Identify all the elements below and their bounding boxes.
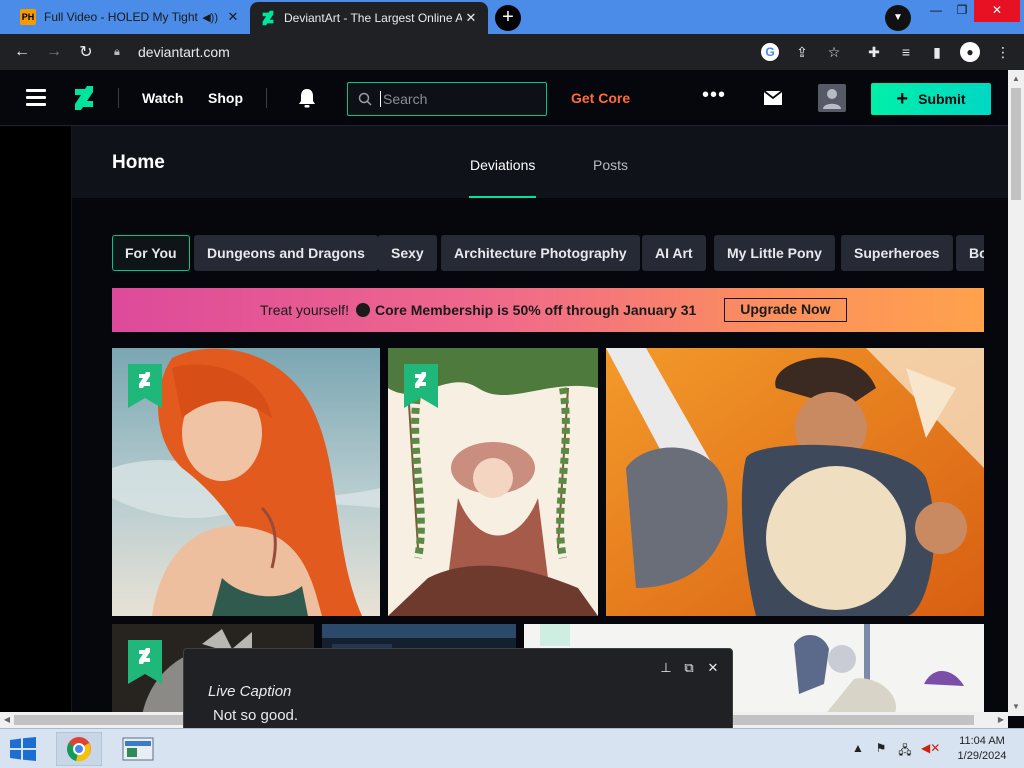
site-header: Watch Shop Get Core ••• + Submit	[0, 70, 1008, 126]
close-window-icon[interactable]: ✕	[974, 0, 1020, 22]
tab-title: DeviantArt - The Largest Online Art	[284, 11, 462, 25]
promo-banner: Treat yourself! Core Membership is 50% o…	[112, 288, 984, 332]
volume-muted-icon[interactable]: ◀✕	[921, 741, 940, 757]
tab-title: Full Video - HOLED My Tight	[44, 10, 198, 24]
header-divider	[266, 88, 267, 108]
plus-icon: +	[896, 88, 909, 110]
browser-tab-deviantart[interactable]: DeviantArt - The Largest Online Art ✕	[250, 2, 488, 34]
deviantart-favicon-icon	[260, 10, 276, 26]
core-member-badge-icon	[128, 364, 162, 408]
windows-taskbar: ▲ ⚑ 🖧︎ ◀✕ 11:04 AM 1/29/2024	[0, 728, 1024, 768]
mail-icon[interactable]	[764, 91, 782, 105]
chip-sexy[interactable]: Sexy	[378, 235, 437, 271]
shop-link[interactable]: Shop	[208, 90, 243, 106]
network-icon[interactable]: 🖧︎	[897, 741, 913, 757]
chip-my-little-pony[interactable]: My Little Pony	[714, 235, 835, 271]
forward-arrow-icon[interactable]: →	[38, 43, 70, 61]
media-queue-icon[interactable]: ≡	[895, 41, 917, 63]
close-tab-icon[interactable]: ✕	[462, 10, 480, 26]
notifications-bell-icon[interactable]	[297, 88, 317, 108]
get-core-link[interactable]: Get Core	[571, 90, 630, 106]
file-explorer-taskbar-icon[interactable]	[115, 732, 161, 766]
user-avatar[interactable]	[818, 84, 846, 112]
back-arrow-icon[interactable]: ←	[6, 43, 38, 61]
show-hidden-icons-icon[interactable]: ▲	[850, 741, 866, 757]
chip-ai-art[interactable]: AI Art	[642, 235, 706, 271]
promo-text: Core Membership is 50% off through Janua…	[374, 302, 697, 318]
taskbar-clock[interactable]: 11:04 AM 1/29/2024	[950, 734, 1014, 764]
submit-button[interactable]: + Submit	[871, 83, 991, 115]
chip-more[interactable]: Bo	[956, 235, 984, 271]
search-box[interactable]	[347, 82, 547, 116]
main-content: For You Dungeons and Dragons Sexy Archit…	[72, 198, 1008, 716]
action-center-flag-icon[interactable]: ⚑	[873, 741, 889, 757]
user-silhouette-icon	[823, 89, 841, 109]
live-caption-text: Not so good.	[213, 707, 299, 724]
scroll-right-icon[interactable]: ▶	[994, 712, 1008, 728]
left-rail	[0, 126, 72, 716]
reload-icon[interactable]: ↻	[70, 42, 102, 62]
extensions-puzzle-icon[interactable]: ✚	[863, 41, 885, 63]
page-title: Home	[112, 152, 165, 173]
browser-tabstrip: PH Full Video - HOLED My Tight ◀)) ✕ Dev…	[0, 0, 1024, 34]
chip-superheroes[interactable]: Superheroes	[841, 235, 953, 271]
scroll-up-icon[interactable]: ▲	[1008, 72, 1024, 86]
deviation-thumbnail[interactable]	[388, 348, 598, 616]
audio-playing-icon[interactable]: ◀))	[202, 11, 218, 24]
browser-tab-video[interactable]: PH Full Video - HOLED My Tight ◀)) ✕	[10, 0, 250, 34]
profile-avatar-icon[interactable]: ●	[960, 42, 980, 62]
core-member-badge-icon	[404, 364, 438, 408]
upgrade-now-button[interactable]: Upgrade Now	[724, 298, 847, 322]
new-tab-button[interactable]: +	[495, 5, 521, 31]
vertical-scrollbar[interactable]: ▲ ▼	[1008, 70, 1024, 716]
address-bar[interactable]: 🔒︎ deviantart.com	[108, 38, 848, 66]
home-header: Home Deviations Posts	[72, 126, 1008, 198]
watch-link[interactable]: Watch	[142, 90, 183, 106]
browser-toolbar: ← → ↻ 🔒︎ deviantart.com G ⇪ ☆ ✚ ≡ ▮ ● ⋮	[0, 34, 1024, 70]
tab-posts[interactable]: Posts	[593, 157, 628, 173]
scroll-left-icon[interactable]: ◀	[0, 712, 14, 728]
url-text: deviantart.com	[138, 44, 230, 60]
close-tab-icon[interactable]: ✕	[224, 9, 242, 25]
hamburger-menu-icon[interactable]	[26, 89, 46, 107]
scroll-down-icon[interactable]: ▼	[1008, 700, 1024, 714]
search-icon	[358, 92, 372, 106]
ph-favicon-icon: PH	[20, 9, 36, 25]
chrome-taskbar-icon[interactable]	[55, 731, 103, 767]
lock-icon: 🔒︎	[114, 45, 120, 58]
promo-lead: Treat yourself!	[260, 302, 349, 318]
deviation-thumbnail[interactable]	[112, 348, 380, 616]
core-member-badge-icon	[128, 640, 162, 684]
close-caption-icon[interactable]: ✕	[705, 660, 721, 676]
chip-architecture-photography[interactable]: Architecture Photography	[441, 235, 640, 271]
share-icon[interactable]: ⇪	[791, 41, 813, 63]
search-input[interactable]	[380, 91, 530, 107]
core-badge-icon	[355, 303, 370, 317]
live-caption-title: Live Caption	[208, 683, 292, 700]
google-lens-icon[interactable]: G	[761, 43, 779, 61]
chip-dungeons-and-dragons[interactable]: Dungeons and Dragons	[194, 235, 378, 271]
vertical-scroll-thumb[interactable]	[1011, 88, 1021, 200]
chrome-menu-icon[interactable]: ⋮	[992, 41, 1014, 63]
windows-start-icon[interactable]	[8, 737, 38, 761]
clock-date: 1/29/2024	[957, 750, 1007, 762]
chip-for-you[interactable]: For You	[112, 235, 190, 271]
category-chips: For You Dungeons and Dragons Sexy Archit…	[112, 235, 984, 271]
deviantart-logo-icon[interactable]	[74, 86, 94, 110]
pin-icon[interactable]: ⊥	[658, 660, 674, 676]
submit-label: Submit	[918, 91, 966, 107]
bookmark-star-icon[interactable]: ☆	[823, 41, 845, 63]
more-options-icon[interactable]: •••	[702, 84, 726, 107]
side-panel-icon[interactable]: ▮	[926, 41, 948, 63]
deviation-image	[606, 348, 984, 616]
tab-deviations[interactable]: Deviations	[470, 157, 535, 173]
deviation-thumbnail[interactable]	[606, 348, 984, 616]
tab-search-chevron-icon[interactable]: ▼	[885, 5, 911, 31]
expand-caption-icon[interactable]: ⧉	[681, 660, 697, 676]
clock-time: 11:04 AM	[959, 735, 1005, 747]
header-divider	[118, 88, 119, 108]
